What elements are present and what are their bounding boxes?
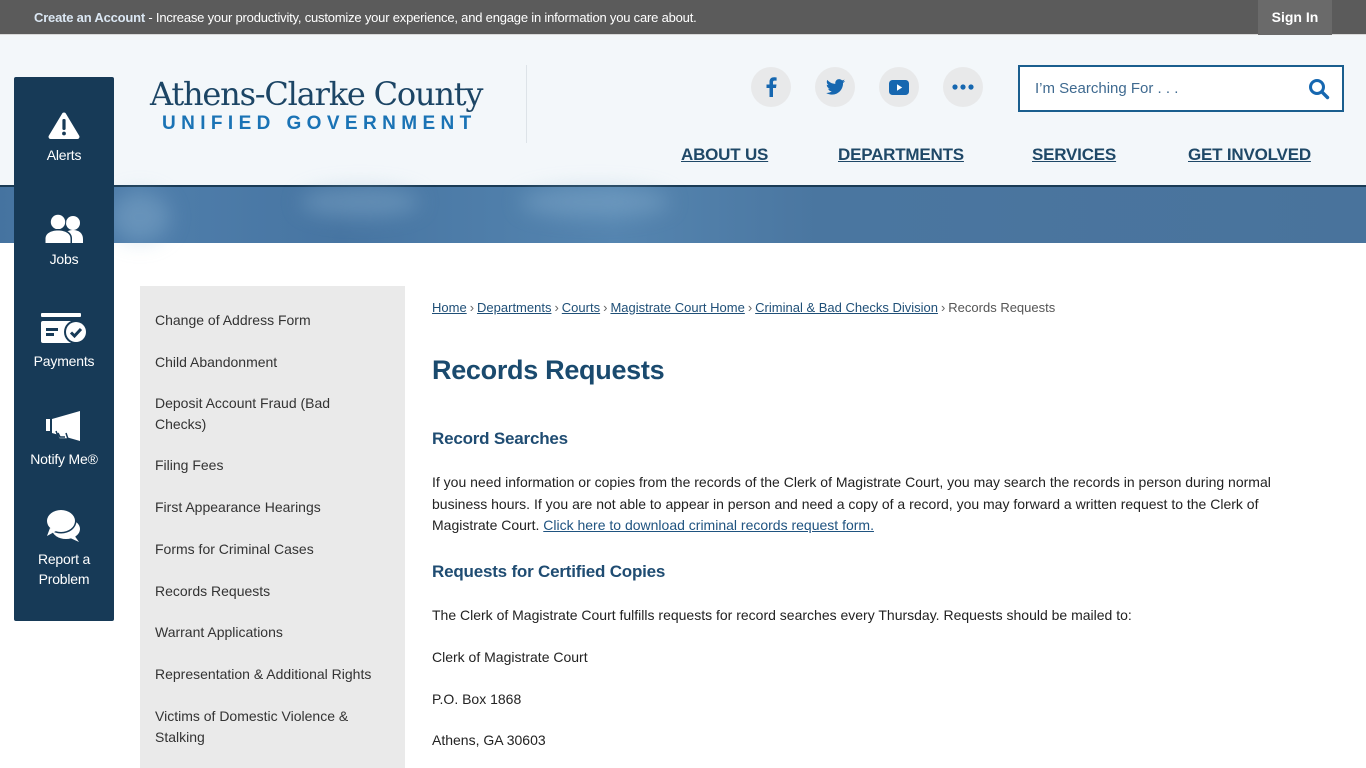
account-bar: Create an Account - Increase your produc… — [0, 0, 1366, 35]
account-bar-text: - Increase your productivity, customize … — [144, 10, 697, 25]
address-line: P.O. Box 1868 — [432, 691, 522, 707]
youtube-icon — [889, 79, 909, 95]
quick-link-notify-me[interactable]: Notify Me® — [14, 411, 114, 469]
download-request-form-link[interactable]: Click here to download criminal records … — [543, 517, 874, 533]
address-line: Clerk of Magistrate Court — [432, 649, 588, 665]
sidenav-item[interactable]: Warrant Applications — [155, 622, 395, 643]
section-sidenav: Change of Address Form Child Abandonment… — [140, 286, 405, 768]
quick-link-label: Payments — [33, 353, 95, 369]
breadcrumb-link-magistrate-court[interactable]: Magistrate Court Home — [610, 300, 744, 315]
sidenav-item[interactable]: Deposit Account Fraud (Bad Checks) — [155, 393, 355, 435]
youtube-button[interactable] — [879, 67, 919, 107]
megaphone-icon — [46, 411, 80, 441]
certified-copies-paragraph: The Clerk of Magistrate Court fulfills r… — [432, 607, 1132, 623]
logo-subtitle: UNIFIED GOVERNMENT — [162, 113, 477, 134]
sidenav-item-current[interactable]: Records Requests — [155, 581, 395, 602]
sidenav-item[interactable]: Change of Address Form — [155, 310, 395, 331]
breadcrumb-separator: › — [469, 300, 475, 315]
chat-icon — [45, 508, 80, 542]
search-input[interactable] — [1020, 67, 1300, 110]
twitter-icon — [825, 79, 845, 95]
alert-icon — [48, 112, 80, 139]
account-bar-message: Create an Account - Increase your produc… — [34, 10, 697, 25]
section-heading-record-searches: Record Searches — [432, 429, 568, 448]
sidenav-item[interactable]: Victims of Domestic Violence & Stalking — [155, 706, 370, 748]
banner-cloud — [520, 187, 670, 217]
twitter-button[interactable] — [815, 67, 855, 107]
page-title: Records Requests — [432, 355, 665, 385]
quick-link-report-problem[interactable]: Report a Problem — [14, 507, 114, 589]
section-heading-certified-copies: Requests for Certified Copies — [432, 562, 666, 581]
sidenav-item[interactable]: First Appearance Hearings — [155, 497, 395, 518]
breadcrumb: Home › Departments › Courts › Magistrate Court… — [432, 300, 1055, 315]
search-box — [1018, 65, 1344, 112]
facebook-icon — [766, 77, 777, 97]
breadcrumb-current: Records Requests — [948, 300, 1056, 315]
users-icon — [44, 213, 83, 243]
sidenav-item[interactable]: Forms for Criminal Cases — [155, 539, 395, 560]
address-line: Athens, GA 30603 — [432, 732, 546, 748]
nav-departments[interactable]: DEPARTMENTS — [838, 145, 964, 165]
quick-link-label: Jobs — [49, 251, 79, 267]
record-searches-paragraph: If you need information or copies from t… — [432, 472, 1312, 537]
facebook-button[interactable] — [751, 67, 791, 107]
quick-link-payments[interactable]: Payments — [14, 313, 114, 371]
header-divider — [526, 65, 527, 143]
sidenav-item[interactable]: Filing Fees — [155, 455, 395, 476]
quick-link-label: Report a Problem — [37, 551, 91, 587]
site-header: Athens-Clarke County UNIFIED GOVERNMENT … — [0, 35, 1366, 185]
logo-title: Athens-Clarke County — [150, 75, 484, 113]
breadcrumb-link-home[interactable]: Home — [432, 300, 467, 315]
breadcrumb-separator: › — [554, 300, 559, 315]
sidenav-item[interactable]: Representation & Additional Rights — [155, 664, 395, 685]
breadcrumb-separator: › — [603, 300, 608, 315]
sidenav-item[interactable]: Child Abandonment — [155, 352, 395, 373]
breadcrumb-link-criminal-division[interactable]: Criminal & Bad Checks Division — [755, 300, 938, 315]
create-account-link[interactable]: Create an Account — [34, 10, 145, 25]
quick-link-label: Alerts — [46, 147, 82, 163]
sign-in-button[interactable]: Sign In — [1258, 0, 1332, 35]
site-logo[interactable]: Athens-Clarke County UNIFIED GOVERNMENT — [150, 75, 490, 135]
quick-links-panel: Alerts Jobs Payments Notify Me® Report a… — [14, 77, 114, 621]
nav-get-involved[interactable]: GET INVOLVED — [1188, 145, 1311, 165]
quick-link-label: Notify Me® — [30, 451, 98, 467]
quick-link-alerts[interactable]: Alerts — [14, 111, 114, 165]
search-icon — [1309, 79, 1330, 100]
breadcrumb-link-courts[interactable]: Courts — [562, 300, 600, 315]
more-icon — [952, 84, 974, 90]
breadcrumb-link-departments[interactable]: Departments — [477, 300, 551, 315]
breadcrumb-separator: › — [747, 300, 753, 315]
banner-cloud — [300, 187, 420, 217]
banner-cloud — [110, 192, 170, 242]
breadcrumb-separator: › — [940, 300, 946, 315]
nav-services[interactable]: SERVICES — [1032, 145, 1116, 165]
more-social-button[interactable] — [943, 67, 983, 107]
hero-banner — [0, 185, 1366, 243]
nav-about-us[interactable]: ABOUT US — [681, 145, 768, 165]
search-button[interactable] — [1308, 78, 1330, 100]
payment-icon — [41, 313, 88, 344]
quick-link-jobs[interactable]: Jobs — [14, 213, 114, 269]
